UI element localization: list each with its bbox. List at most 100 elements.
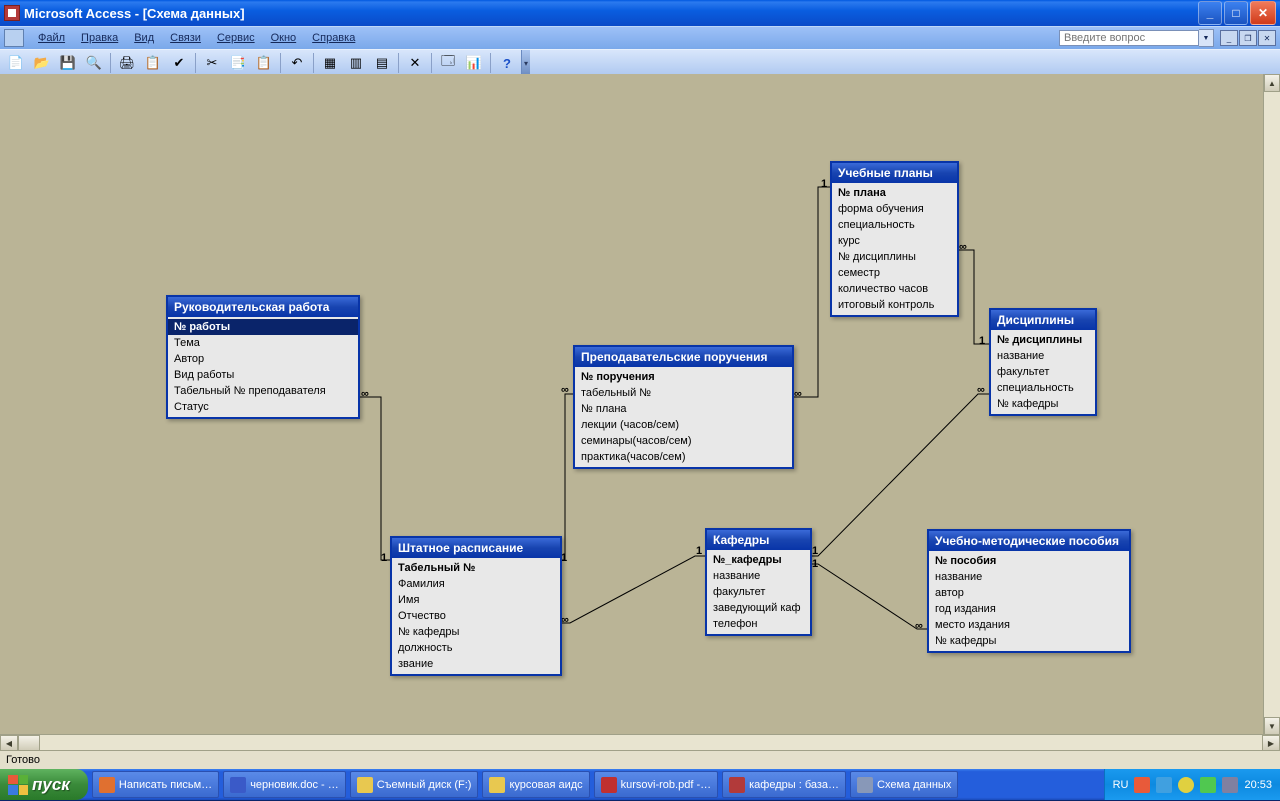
db-window-icon[interactable]: 🗔 [436,51,460,75]
menu-edit[interactable]: Правка [73,30,126,46]
table-field[interactable]: Имя [392,592,560,608]
table-field[interactable]: специальность [991,380,1095,396]
table-field[interactable]: Фамилия [392,576,560,592]
table-field[interactable]: год издания [929,601,1129,617]
mdi-close-button[interactable]: ✕ [1258,30,1276,46]
table-field[interactable]: форма обучения [832,201,957,217]
minimize-button[interactable]: _ [1198,1,1222,25]
table-rukovod[interactable]: Руководительская работа № работыТемаАвто… [166,295,360,419]
table-prepod[interactable]: Преподавательские поручения № порученият… [573,345,794,469]
scroll-down-icon[interactable]: ▼ [1264,717,1280,735]
table-disc[interactable]: Дисциплины № дисциплиныназваниефакультет… [989,308,1097,416]
table-field[interactable]: № плана [832,185,957,201]
print-icon[interactable]: 🖨 [115,51,139,75]
table-field[interactable]: автор [929,585,1129,601]
table-field[interactable]: Тема [168,335,358,351]
delete-icon[interactable]: ✕ [403,51,427,75]
paste-icon[interactable]: 📋 [252,51,276,75]
table-field[interactable]: факультет [991,364,1095,380]
menu-view[interactable]: Вид [126,30,162,46]
table-field[interactable]: табельный № [575,385,792,401]
new-icon[interactable]: 📄 [4,51,28,75]
new-object-icon[interactable]: 📊 [462,51,486,75]
table-field[interactable]: название [707,568,810,584]
tray-icon[interactable] [1200,777,1216,793]
table-field[interactable]: Вид работы [168,367,358,383]
tray-icon[interactable] [1222,777,1238,793]
table-field[interactable]: название [929,569,1129,585]
table-title[interactable]: Преподавательские поручения [575,347,792,367]
table-field[interactable]: Отчество [392,608,560,624]
save-icon[interactable]: 💾 [56,51,80,75]
show-table-icon[interactable]: ▦ [318,51,342,75]
cut-icon[interactable]: ✂ [200,51,224,75]
table-field[interactable]: № кафедры [392,624,560,640]
table-field[interactable]: телефон [707,616,810,632]
scroll-right-icon[interactable]: ▶ [1262,735,1280,751]
relationship-canvas[interactable]: 1∞1∞1∞1∞1∞1∞1∞ Руководительская работа №… [0,74,1280,751]
table-title[interactable]: Учебно-методические пособия [929,531,1129,551]
table-field[interactable]: курс [832,233,957,249]
toolbar-overflow[interactable]: ▾ [521,50,530,76]
maximize-button[interactable]: □ [1224,1,1248,25]
taskbar-task[interactable]: kursovi-rob.pdf -… [594,771,718,798]
table-field[interactable]: № кафедры [991,396,1095,412]
menu-relations[interactable]: Связи [162,30,209,46]
table-field[interactable]: лекции (часов/сем) [575,417,792,433]
table-field[interactable]: количество часов [832,281,957,297]
clock[interactable]: 20:53 [1244,779,1272,791]
table-field[interactable]: № поручения [575,369,792,385]
start-button[interactable]: пуск [0,769,88,800]
taskbar-task[interactable]: курсовая аидс [482,771,589,798]
scroll-left-icon[interactable]: ◀ [0,735,18,751]
spell-icon[interactable]: ✔ [167,51,191,75]
table-field[interactable]: Табельный № [392,560,560,576]
table-posob[interactable]: Учебно-методические пособия № пособияназ… [927,529,1131,653]
table-title[interactable]: Руководительская работа [168,297,358,317]
table-field[interactable]: название [991,348,1095,364]
mdi-minimize-button[interactable]: _ [1220,30,1238,46]
table-field[interactable]: факультет [707,584,810,600]
table-field[interactable]: № плана [575,401,792,417]
table-field[interactable]: должность [392,640,560,656]
table-field[interactable]: № дисциплины [991,332,1095,348]
undo-icon[interactable]: ↶ [285,51,309,75]
tray-icon[interactable] [1134,777,1150,793]
menu-window[interactable]: Окно [263,30,305,46]
tray-icon[interactable] [1178,777,1194,793]
close-button[interactable]: ✕ [1250,1,1276,25]
table-field[interactable]: №_кафедры [707,552,810,568]
system-tray[interactable]: RU 20:53 [1104,769,1280,800]
show-direct-icon[interactable]: ▥ [344,51,368,75]
open-icon[interactable]: 📂 [30,51,54,75]
table-field[interactable]: место издания [929,617,1129,633]
table-field[interactable]: № кафедры [929,633,1129,649]
table-title[interactable]: Кафедры [707,530,810,550]
table-field[interactable]: семинары(часов/сем) [575,433,792,449]
menu-tools[interactable]: Сервис [209,30,263,46]
help-question-dropdown[interactable]: ▼ [1199,29,1214,47]
help-icon[interactable]: ? [495,51,519,75]
table-field[interactable]: Автор [168,351,358,367]
table-title[interactable]: Дисциплины [991,310,1095,330]
menu-file[interactable]: Файл [30,30,73,46]
table-field[interactable]: специальность [832,217,957,233]
vertical-scrollbar[interactable]: ▲ ▼ [1263,74,1280,735]
table-field[interactable]: итоговый контроль [832,297,957,313]
language-indicator[interactable]: RU [1113,779,1129,791]
table-field[interactable]: № работы [168,319,358,335]
table-title[interactable]: Учебные планы [832,163,957,183]
mdi-restore-button[interactable]: ❐ [1239,30,1257,46]
table-kaf[interactable]: Кафедры №_кафедрыназваниефакультетзаведу… [705,528,812,636]
taskbar-task[interactable]: Съемный диск (F:) [350,771,479,798]
taskbar-task[interactable]: Написать письм… [92,771,219,798]
taskbar-task[interactable]: Схема данных [850,771,958,798]
table-shtat[interactable]: Штатное расписание Табельный №ФамилияИмя… [390,536,562,676]
scroll-thumb[interactable] [18,735,40,751]
taskbar-task[interactable]: черновик.doc - … [223,771,346,798]
mdi-icon[interactable] [4,29,24,47]
table-field[interactable]: Статус [168,399,358,415]
taskbar-task[interactable]: кафедры : база… [722,771,846,798]
search-icon[interactable]: 🔍 [82,51,106,75]
table-field[interactable]: звание [392,656,560,672]
